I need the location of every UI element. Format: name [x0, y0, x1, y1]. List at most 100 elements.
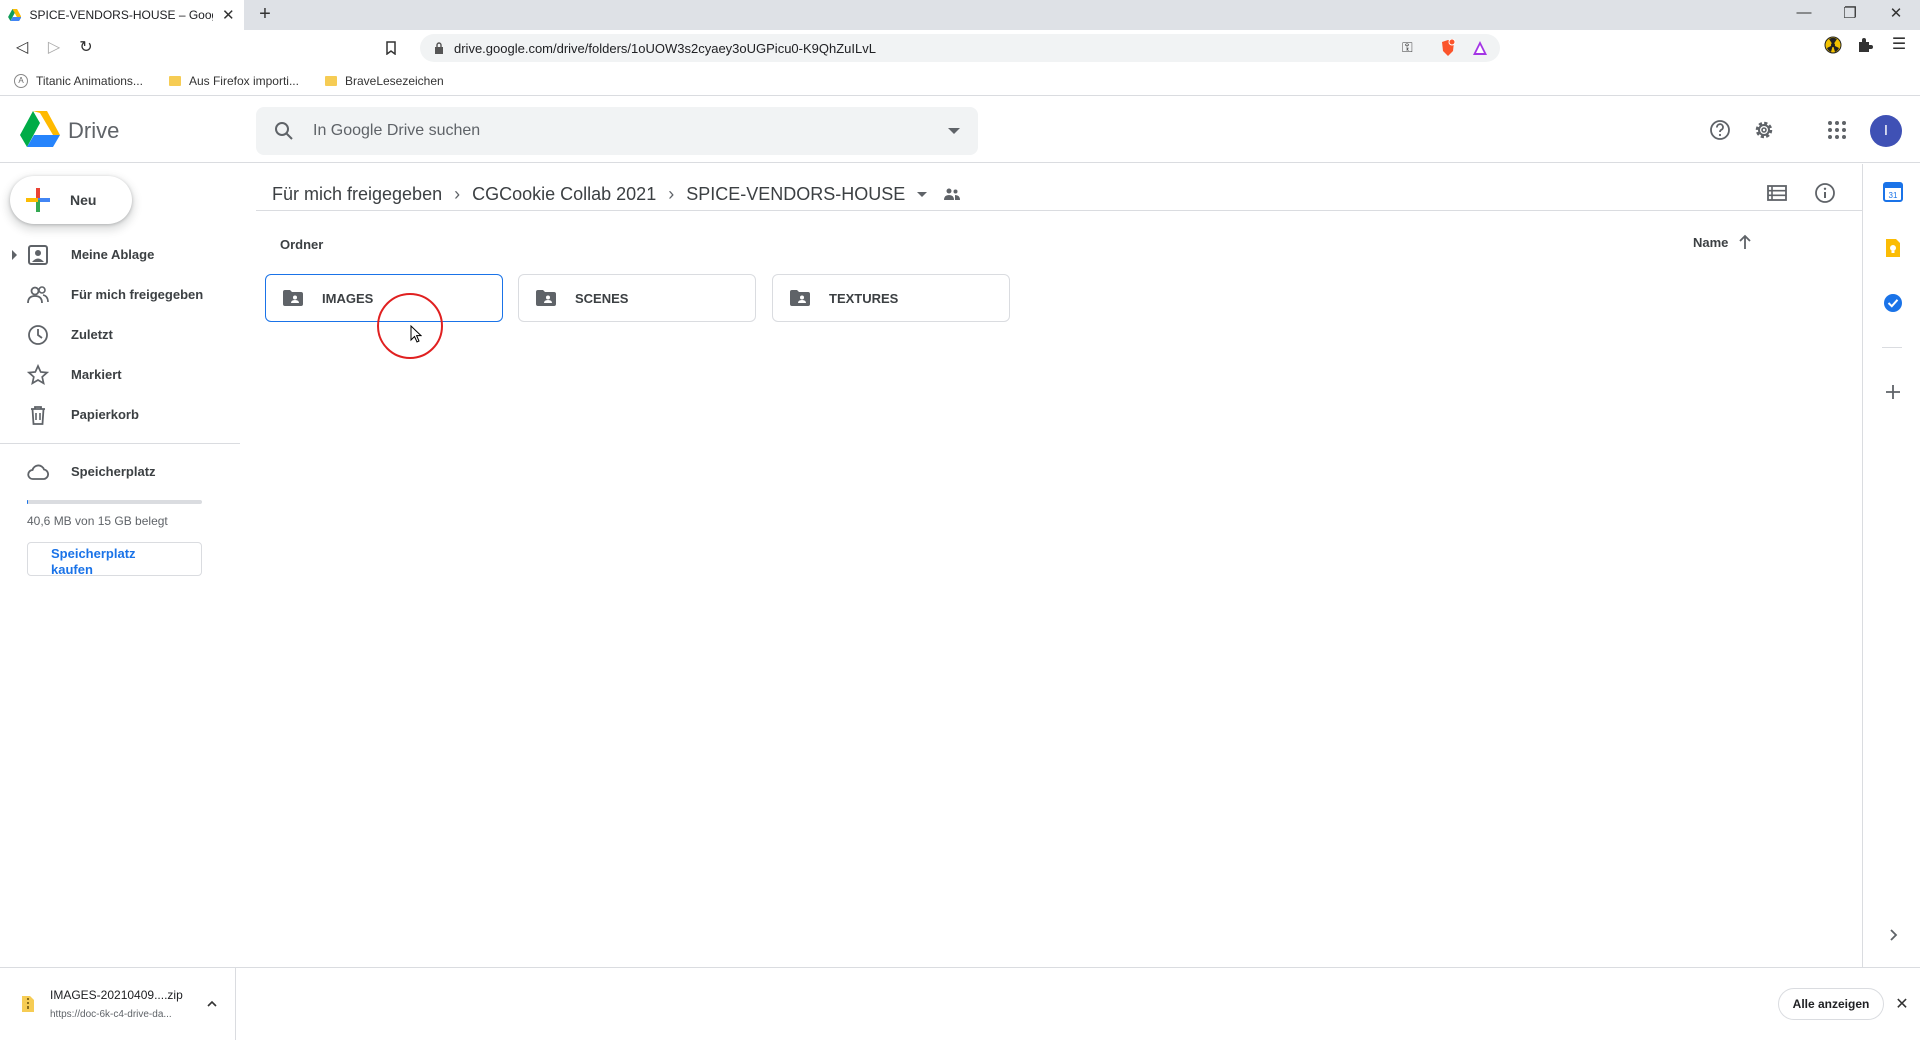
download-file-url: https://doc-6k-c4-drive-da... — [50, 1009, 172, 1020]
chevron-right-icon[interactable] — [1882, 924, 1904, 946]
folder-name: IMAGES — [322, 291, 374, 306]
browser-tab-bar: SPICE-VENDORS-HOUSE – Google ✕ + — ❐ ✕ — [0, 0, 1920, 30]
brave-shield-icon[interactable] — [1440, 39, 1456, 57]
bookmark-label: BraveLesezeichen — [344, 73, 444, 88]
sidebar-item-label: Markiert — [71, 367, 122, 382]
back-icon[interactable]: ◁ — [10, 36, 34, 60]
shared-folder-icon — [536, 290, 556, 306]
reload-icon[interactable]: ↻ — [74, 36, 98, 60]
my-drive-icon — [28, 245, 48, 265]
breadcrumb-item-collab[interactable]: CGCookie Collab 2021 — [466, 180, 662, 209]
bookmark-titanic[interactable]: A Titanic Animations... — [14, 73, 143, 88]
new-tab-icon[interactable]: + — [254, 4, 276, 26]
sidebar-item-storage[interactable]: Speicherplatz — [0, 452, 240, 492]
bookmark-firefox-import[interactable]: Aus Firefox importi... — [168, 74, 299, 88]
show-all-downloads-button[interactable]: Alle anzeigen — [1778, 988, 1884, 1020]
sort-label: Name — [1693, 234, 1729, 250]
trash-icon — [31, 406, 45, 425]
cloud-icon — [27, 464, 49, 480]
lock-icon — [435, 42, 443, 54]
menu-icon[interactable]: ☰ — [1890, 36, 1908, 54]
folder-name: SCENES — [575, 291, 629, 306]
expand-arrow-icon[interactable] — [12, 250, 17, 260]
list-view-icon[interactable] — [1766, 182, 1788, 204]
browser-tab[interactable]: SPICE-VENDORS-HOUSE – Google ✕ — [0, 0, 244, 30]
browser-toolbar: ◁ ▷ ↻ drive.google.com/drive/folders/1oU… — [0, 30, 1920, 66]
drive-logo-icon[interactable] — [20, 111, 60, 147]
apps-grid-icon[interactable] — [1826, 119, 1848, 141]
calendar-icon[interactable]: 31 — [1882, 181, 1904, 203]
help-icon[interactable] — [1709, 119, 1731, 141]
info-icon[interactable] — [1814, 182, 1836, 204]
app-name[interactable]: Drive — [68, 118, 119, 144]
shared-folder-icon — [283, 290, 303, 306]
arrow-up-icon[interactable] — [1738, 234, 1752, 250]
sidebar-item-starred[interactable]: Markiert — [0, 355, 240, 395]
new-button[interactable]: Neu — [10, 176, 132, 224]
folder-icon — [324, 75, 337, 86]
download-item[interactable]: IMAGES-20210409....zip https://doc-6k-c4… — [0, 968, 236, 1040]
chevron-right-icon: › — [668, 183, 675, 204]
extension-radiation-icon[interactable] — [1824, 36, 1842, 54]
forward-icon[interactable]: ▷ — [42, 36, 66, 60]
sort-by-name-button[interactable]: Name — [1693, 234, 1752, 250]
restore-icon[interactable]: ❐ — [1840, 4, 1860, 22]
tasks-icon[interactable] — [1882, 292, 1904, 314]
sidebar-item-shared[interactable]: Für mich freigegeben — [0, 275, 240, 315]
bookmark-label: Titanic Animations... — [36, 73, 143, 88]
bookmarks-bar: A Titanic Animations... Aus Firefox impo… — [0, 66, 1920, 96]
storage-used-text: 40,6 MB von 15 GB belegt — [27, 514, 168, 528]
tab-close-icon[interactable]: ✕ — [221, 6, 236, 24]
globe-icon: A — [14, 73, 28, 88]
search-options-icon[interactable] — [948, 128, 960, 134]
brave-rewards-icon[interactable] — [1472, 40, 1488, 56]
url-text: drive.google.com/drive/folders/1oUOW3s2c… — [454, 41, 876, 56]
search-icon[interactable] — [274, 121, 294, 141]
buy-storage-label-line1: Speicherplatz — [51, 546, 136, 561]
shared-icon — [27, 286, 49, 304]
zip-file-icon — [22, 996, 34, 1012]
minimize-icon[interactable]: — — [1794, 4, 1814, 21]
bookmark-icon[interactable] — [384, 41, 398, 55]
sidebar-item-trash[interactable]: Papierkorb — [0, 395, 240, 435]
settings-gear-icon[interactable] — [1753, 119, 1775, 141]
folder-card-scenes[interactable]: SCENES — [518, 274, 756, 322]
address-bar[interactable]: drive.google.com/drive/folders/1oUOW3s2c… — [420, 34, 1500, 62]
shared-folder-people-icon[interactable] — [943, 187, 961, 201]
download-file-name: IMAGES-20210409....zip — [50, 988, 183, 1002]
close-download-bar-icon[interactable]: ✕ — [1894, 994, 1910, 1014]
avatar[interactable]: I — [1870, 115, 1902, 147]
plus-icon — [26, 188, 50, 212]
close-window-icon[interactable]: ✕ — [1886, 4, 1906, 22]
tab-title: SPICE-VENDORS-HOUSE – Google — [29, 8, 213, 22]
sidebar-item-recent[interactable]: Zuletzt — [0, 315, 240, 355]
sidebar-divider — [0, 443, 240, 444]
extensions-puzzle-icon[interactable] — [1856, 36, 1874, 54]
star-icon — [27, 364, 49, 386]
chevron-up-icon[interactable] — [206, 998, 218, 1010]
header-divider — [256, 210, 1862, 211]
bookmark-brave[interactable]: BraveLesezeichen — [324, 73, 444, 88]
side-panel-divider — [1882, 347, 1902, 348]
shared-folder-icon — [790, 290, 810, 306]
buy-storage-label-line2: kaufen — [51, 562, 93, 577]
search-box[interactable]: In Google Drive suchen — [256, 107, 978, 155]
svg-text:31: 31 — [1889, 191, 1898, 200]
clock-icon — [28, 325, 48, 345]
add-addon-plus-icon[interactable] — [1882, 381, 1904, 403]
sidebar-item-label: Papierkorb — [71, 407, 139, 422]
breadcrumb-item-shared[interactable]: Für mich freigegeben — [266, 180, 448, 209]
keep-icon[interactable] — [1882, 237, 1904, 259]
sidebar-item-label: Speicherplatz — [71, 464, 156, 479]
search-input[interactable]: In Google Drive suchen — [313, 122, 480, 140]
buy-storage-button[interactable]: Speicherplatz kaufen — [27, 542, 202, 577]
chevron-right-icon: › — [454, 183, 461, 204]
sidebar-item-my-drive[interactable]: Meine Ablage — [0, 235, 240, 275]
breadcrumb-item-current[interactable]: SPICE-VENDORS-HOUSE — [680, 180, 911, 209]
sidebar-item-label: Zuletzt — [71, 327, 113, 342]
key-icon[interactable]: ⚿ — [1402, 39, 1413, 56]
download-bar: IMAGES-20210409....zip https://doc-6k-c4… — [0, 967, 1920, 1040]
folder-menu-caret-icon[interactable] — [917, 191, 928, 197]
sidebar-item-label: Meine Ablage — [71, 247, 155, 262]
folder-card-textures[interactable]: TEXTURES — [772, 274, 1010, 322]
